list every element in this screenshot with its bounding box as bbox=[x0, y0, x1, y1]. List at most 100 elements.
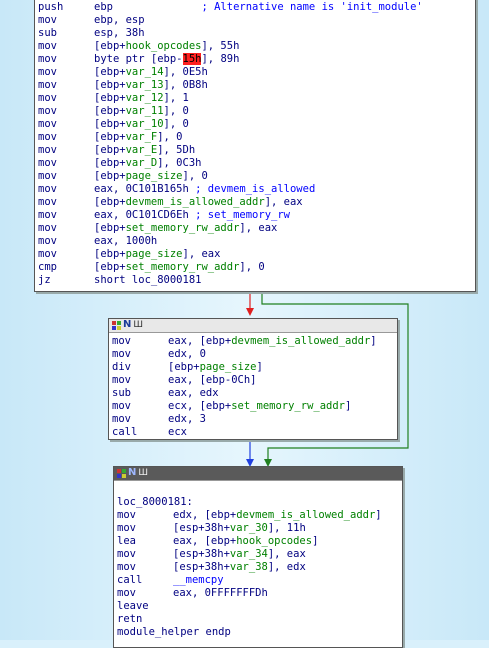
mnemonic: mov bbox=[38, 235, 57, 247]
code-line[interactable]: call __memcpy bbox=[117, 574, 402, 587]
mnemonic: mov bbox=[38, 66, 57, 78]
code-line[interactable]: mov eax, [ebp+devmem_is_allowed_addr] bbox=[112, 335, 397, 348]
code-line[interactable]: mov edx, 0 bbox=[112, 348, 397, 361]
code-line[interactable]: mov [esp+38h+var_34], eax bbox=[117, 548, 402, 561]
code-line[interactable]: mov [ebp+var_14], 0E5h bbox=[38, 66, 475, 79]
code-line[interactable]: mov eax, [ebp-0Ch] bbox=[112, 374, 397, 387]
variable-ref[interactable]: var_38 bbox=[230, 561, 268, 573]
variable-ref[interactable]: var_D bbox=[126, 157, 158, 169]
mnemonic: call bbox=[117, 574, 143, 586]
variable-ref[interactable]: var_12 bbox=[126, 92, 164, 104]
code-line[interactable]: mov [ebp+var_11], 0 bbox=[38, 105, 475, 118]
operand: ] bbox=[312, 535, 319, 547]
bars-icon[interactable]: Ш bbox=[138, 468, 148, 478]
code-line[interactable]: lea eax, [ebp+hook_opcodes] bbox=[117, 535, 402, 548]
basic-block-entry[interactable]: push ebp ; Alternative name is 'init_modu… bbox=[34, 0, 476, 292]
code-line[interactable]: mov [ebp+var_E], 5Dh bbox=[38, 144, 475, 157]
code-line[interactable]: mov [ebp+var_10], 0 bbox=[38, 118, 475, 131]
variable-ref[interactable]: var_34 bbox=[230, 548, 268, 560]
block-header[interactable]: N Ш bbox=[109, 319, 397, 333]
variable-ref[interactable]: devmem_is_allowed_addr bbox=[126, 196, 265, 208]
variable-ref[interactable]: set_memory_rw_addr bbox=[231, 400, 345, 412]
code-line[interactable]: mov [ebp+set_memory_rw_addr], eax bbox=[38, 222, 475, 235]
highlighted-token[interactable]: 15h bbox=[182, 53, 202, 65]
operand: ], 0 bbox=[163, 105, 189, 117]
variable-ref[interactable]: var_14 bbox=[126, 66, 164, 78]
code-line[interactable]: mov [ebp+page_size], 0 bbox=[38, 170, 475, 183]
variable-ref[interactable]: devmem_is_allowed_addr bbox=[231, 335, 370, 347]
mnemonic: push bbox=[38, 1, 64, 13]
mnemonic: mov bbox=[38, 118, 57, 130]
code-line[interactable]: mov [esp+38h+var_38], edx bbox=[117, 561, 402, 574]
block-header[interactable]: N Ш bbox=[114, 467, 402, 481]
variable-ref[interactable]: page_size bbox=[126, 170, 183, 182]
operand: ], eax bbox=[267, 548, 306, 560]
variable-ref[interactable]: var_E bbox=[126, 144, 158, 156]
code-line[interactable]: mov edx, [ebp+devmem_is_allowed_addr] bbox=[117, 509, 402, 522]
code-line[interactable]: mov [ebp+var_D], 0C3h bbox=[38, 157, 475, 170]
bars-icon[interactable]: Ш bbox=[133, 320, 143, 330]
graph-icon[interactable] bbox=[117, 468, 126, 478]
code-line[interactable]: mov eax, 0FFFFFFFDh bbox=[117, 587, 402, 600]
code-line[interactable]: mov [esp+38h+var_30], 11h bbox=[117, 522, 402, 535]
code-line[interactable]: mov [ebp+devmem_is_allowed_addr], eax bbox=[38, 196, 475, 209]
operand: ], eax bbox=[239, 222, 278, 234]
block-entry-code: push ebp ; Alternative name is 'init_modu… bbox=[35, 0, 475, 287]
code-line[interactable]: mov ecx, [ebp+set_memory_rw_addr] bbox=[112, 400, 397, 413]
code-line[interactable]: mov eax, 0C101B165h ; devmem_is_allowed bbox=[38, 183, 475, 196]
code-line[interactable]: mov byte ptr [ebp-15h], 89h bbox=[38, 53, 475, 66]
operand: [ebp+ bbox=[94, 157, 126, 169]
basic-block-call[interactable]: N Ш mov eax, [ebp+devmem_is_allowed_addr]… bbox=[108, 318, 398, 440]
variable-ref[interactable]: var_30 bbox=[230, 522, 268, 534]
graph-icon[interactable] bbox=[112, 320, 121, 330]
n-icon[interactable]: N bbox=[123, 320, 131, 330]
mnemonic: mov bbox=[117, 548, 136, 560]
operand: [ebp+ bbox=[94, 92, 126, 104]
operand: [ebp+ bbox=[94, 66, 126, 78]
code-line[interactable]: module_helper endp bbox=[117, 626, 402, 639]
mnemonic: mov bbox=[38, 170, 57, 182]
variable-ref[interactable]: var_10 bbox=[126, 118, 164, 130]
code-line[interactable]: mov edx, 3 bbox=[112, 413, 397, 426]
operand: [ebp+ bbox=[94, 248, 126, 260]
operand: ], eax bbox=[182, 248, 221, 260]
code-line[interactable]: mov eax, 1000h bbox=[38, 235, 475, 248]
code-line[interactable]: sub esp, 38h bbox=[38, 27, 475, 40]
mnemonic: mov bbox=[38, 79, 57, 91]
code-line[interactable]: mov [ebp+var_12], 1 bbox=[38, 92, 475, 105]
mnemonic: mov bbox=[112, 335, 131, 347]
variable-ref[interactable]: page_size bbox=[200, 361, 257, 373]
code-line[interactable]: mov eax, 0C101CD6Eh ; set_memory_rw bbox=[38, 209, 475, 222]
code-line[interactable]: div [ebp+page_size] bbox=[112, 361, 397, 374]
code-line[interactable]: push ebp ; Alternative name is 'init_modu… bbox=[38, 1, 475, 14]
code-line[interactable]: mov ebp, esp bbox=[38, 14, 475, 27]
code-line[interactable]: sub eax, edx bbox=[112, 387, 397, 400]
operand: [ebp+ bbox=[94, 222, 126, 234]
basic-block-loc-8000181[interactable]: N Ш loc_8000181: mov edx, [ebp+devmem_is_… bbox=[113, 466, 403, 648]
variable-ref[interactable]: page_size bbox=[126, 248, 183, 260]
variable-ref[interactable]: set_memory_rw_addr bbox=[126, 222, 240, 234]
code-line[interactable]: retn bbox=[117, 613, 402, 626]
variable-ref[interactable]: hook_opcodes bbox=[126, 40, 202, 52]
code-line[interactable]: mov [ebp+hook_opcodes], 55h bbox=[38, 40, 475, 53]
code-line[interactable]: mov [ebp+var_F], 0 bbox=[38, 131, 475, 144]
mnemonic: mov bbox=[38, 40, 57, 52]
code-line[interactable]: mov [ebp+var_13], 0B8h bbox=[38, 79, 475, 92]
variable-ref[interactable]: hook_opcodes bbox=[236, 535, 312, 547]
operand: ], 0B8h bbox=[163, 79, 208, 91]
code-line[interactable]: call ecx bbox=[112, 426, 397, 439]
operand: [ebp+ bbox=[94, 40, 126, 52]
variable-ref[interactable]: var_11 bbox=[126, 105, 164, 117]
variable-ref[interactable]: devmem_is_allowed_addr bbox=[236, 509, 375, 521]
code-line[interactable]: leave bbox=[117, 600, 402, 613]
variable-ref[interactable]: var_13 bbox=[126, 79, 164, 91]
code-line[interactable]: jz short loc_8000181 bbox=[38, 274, 475, 287]
variable-ref[interactable]: set_memory_rw_addr bbox=[126, 261, 240, 273]
n-icon[interactable]: N bbox=[128, 468, 136, 478]
code-label[interactable]: loc_8000181: bbox=[117, 496, 402, 509]
variable-ref[interactable]: var_F bbox=[126, 131, 158, 143]
code-line[interactable]: mov [ebp+page_size], eax bbox=[38, 248, 475, 261]
code-line[interactable]: cmp [ebp+set_memory_rw_addr], 0 bbox=[38, 261, 475, 274]
operand: ebp bbox=[94, 1, 113, 13]
operand: ], 5Dh bbox=[157, 144, 196, 156]
